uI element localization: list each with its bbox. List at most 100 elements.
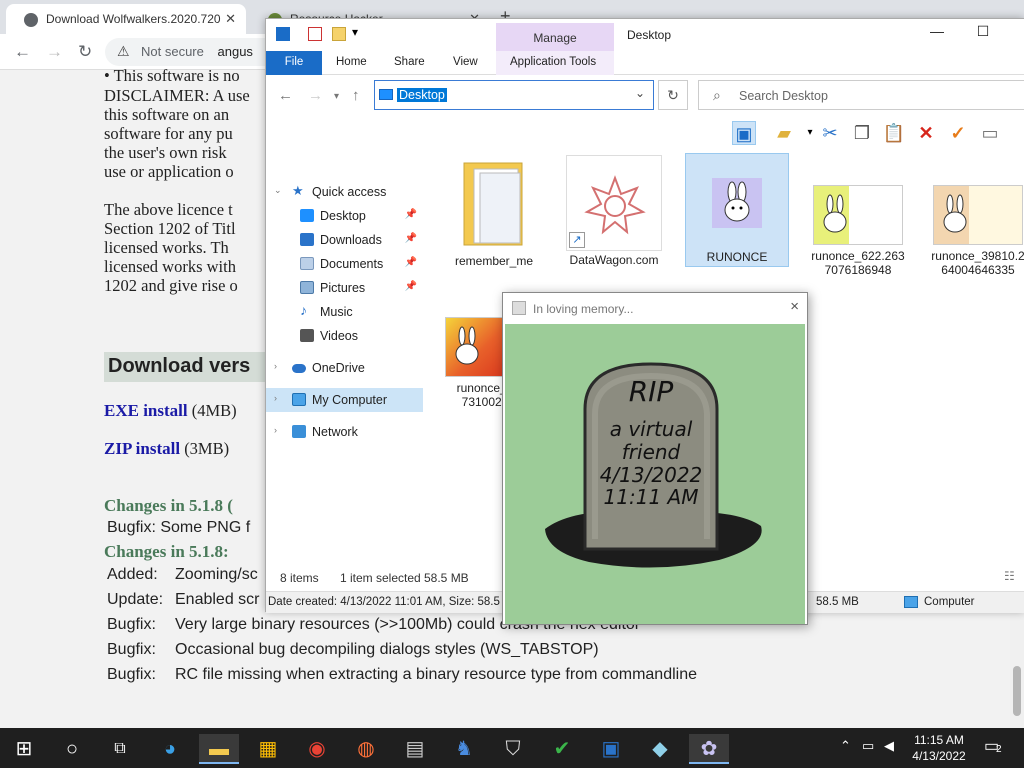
bunny-icon: [512, 301, 526, 315]
preview-pane-icon[interactable]: ▣: [732, 121, 756, 145]
dialog-body: RIP a virtual friend 4/13/2022 11:11 AM: [505, 324, 805, 624]
cut-icon[interactable]: ✂: [818, 121, 842, 145]
file-item[interactable]: runonce_622.263 7076186948: [810, 185, 906, 285]
nav-music[interactable]: ♪ Music: [266, 300, 423, 324]
shield-icon[interactable]: ⛉: [493, 734, 533, 764]
page-text-line: the user's own risk: [104, 143, 227, 162]
delete-icon[interactable]: ✕: [914, 121, 938, 145]
maximize-icon[interactable]: ☐: [960, 23, 1006, 47]
nav-documents[interactable]: Documents 📌: [266, 252, 423, 276]
nav-label: My Computer: [312, 393, 388, 407]
firefox-icon[interactable]: ◍: [346, 734, 386, 764]
path-text: Desktop: [397, 88, 447, 102]
windows-start-icon[interactable]: ⊞: [4, 734, 44, 764]
chevron-up-icon[interactable]: ⌃: [840, 738, 851, 754]
nav-network[interactable]: › Network: [266, 420, 423, 444]
store-icon[interactable]: ▦: [248, 734, 288, 764]
back-arrow-icon[interactable]: ←: [278, 87, 293, 104]
selected-size: 58.5 MB: [424, 571, 469, 585]
changes-heading: Changes in 5.1.8 (: [104, 496, 233, 515]
minimize-icon[interactable]: —: [914, 23, 960, 47]
dialog-title: In loving memory...: [533, 302, 634, 316]
chevron-right-icon[interactable]: ›: [274, 425, 277, 435]
properties-icon[interactable]: [308, 27, 322, 41]
close-icon[interactable]: ×: [790, 298, 799, 315]
browser-tab-wolfwalkers[interactable]: Download Wolfwalkers.2020.720 ✕: [6, 4, 246, 34]
details-text: Date created: 4/13/2022 11:01 AM, Size: …: [268, 596, 500, 608]
edge-icon[interactable]: ◕: [150, 734, 190, 764]
search-input[interactable]: ⌕ Search Desktop: [698, 80, 1024, 110]
shortcut-thumbnail: ↗: [566, 155, 662, 251]
pin-icon: 📌: [404, 281, 417, 292]
forward-arrow-icon[interactable]: →: [308, 87, 323, 104]
file-item[interactable]: runonce_39810.2 64004646335: [930, 185, 1024, 285]
recent-dropdown-icon[interactable]: ▾: [334, 91, 339, 102]
page-text-line: The above licence t: [104, 200, 233, 219]
network-icon[interactable]: ▭: [862, 738, 874, 754]
reload-icon[interactable]: ↻: [78, 42, 92, 62]
page-text-line: licensed works with: [104, 257, 236, 276]
app-icon[interactable]: ◆: [640, 734, 680, 764]
tab-view[interactable]: View: [443, 51, 488, 75]
new-folder-icon[interactable]: ▰: [772, 121, 796, 145]
file-item-selected[interactable]: RUNONCE: [685, 153, 789, 267]
details-location: Computer: [924, 596, 975, 608]
exe-install-link[interactable]: EXE install: [104, 401, 188, 420]
nav-pictures[interactable]: Pictures 📌: [266, 276, 423, 300]
clock[interactable]: 11:15 AM 4/13/2022: [904, 732, 974, 764]
nav-onedrive[interactable]: › OneDrive: [266, 356, 423, 380]
change-entry: Bugfix: Occasional bug decompiling dialog…: [107, 641, 599, 658]
details-view-icon[interactable]: ☷: [1004, 569, 1015, 583]
bunny-icon[interactable]: ✿: [689, 734, 729, 764]
page-text-line: licensed works. Th: [104, 238, 229, 257]
up-arrow-icon[interactable]: ↑: [352, 87, 360, 104]
change-entry: Bugfix: RC file missing when extracting a…: [107, 666, 697, 683]
nav-downloads[interactable]: Downloads 📌: [266, 228, 423, 252]
tab-application-tools[interactable]: Application Tools: [500, 51, 606, 75]
app-icon[interactable]: ♞: [444, 734, 484, 764]
chevron-down-icon[interactable]: ⌄: [274, 185, 282, 196]
scrollbar-thumb[interactable]: [1013, 666, 1021, 716]
rename-icon[interactable]: ✓: [946, 121, 970, 145]
manage-tab[interactable]: Manage: [496, 23, 614, 51]
page-text-line: use or application o: [104, 162, 234, 181]
nav-quick-access[interactable]: ⌄ ★ Quick access: [266, 180, 423, 204]
file-explorer-icon[interactable]: ▬: [199, 734, 239, 764]
chevron-right-icon[interactable]: ›: [274, 361, 277, 371]
close-icon[interactable]: ✕: [1006, 23, 1024, 47]
properties-icon[interactable]: ▭: [978, 121, 1002, 145]
zip-install-link[interactable]: ZIP install: [104, 439, 180, 458]
address-path[interactable]: Desktop ⌄: [374, 80, 654, 110]
tombstone-line: friend: [622, 440, 681, 464]
forward-arrow-icon[interactable]: →: [46, 42, 63, 62]
pin-icon: 📌: [404, 257, 417, 268]
app-icon[interactable]: ▣: [591, 734, 631, 764]
new-folder-icon[interactable]: [332, 27, 346, 41]
chrome-icon[interactable]: ◉: [297, 734, 337, 764]
tab-file[interactable]: File: [266, 51, 322, 75]
nav-label: OneDrive: [312, 361, 365, 375]
refresh-icon[interactable]: ↻: [658, 80, 688, 110]
app-icon[interactable]: ▤: [395, 734, 435, 764]
task-view-icon[interactable]: ⧉: [100, 734, 140, 764]
video-icon: [300, 329, 314, 342]
file-item[interactable]: remember_me: [444, 159, 544, 271]
file-item[interactable]: ↗ DataWagon.com: [564, 155, 664, 267]
qat-dropdown-icon[interactable]: ▾: [352, 25, 358, 39]
close-tab-icon[interactable]: ✕: [225, 11, 236, 27]
volume-icon[interactable]: ◀: [884, 738, 894, 754]
page-text-line: DISCLAIMER: A use: [104, 86, 250, 105]
selected-count: 1 item selected: [340, 571, 421, 585]
nav-desktop[interactable]: Desktop 📌: [266, 204, 423, 228]
nav-videos[interactable]: Videos: [266, 324, 423, 348]
search-icon[interactable]: ○: [52, 734, 92, 764]
back-arrow-icon[interactable]: ←: [14, 42, 31, 62]
chevron-right-icon[interactable]: ›: [274, 393, 277, 403]
nav-my-computer[interactable]: › My Computer: [266, 388, 423, 412]
tab-home[interactable]: Home: [326, 51, 377, 75]
copy-icon[interactable]: ❐: [850, 121, 874, 145]
paste-icon[interactable]: 📋: [882, 121, 906, 145]
chevron-down-icon[interactable]: ⌄: [635, 86, 645, 100]
security-icon[interactable]: ✔: [542, 734, 582, 764]
tab-share[interactable]: Share: [384, 51, 435, 75]
